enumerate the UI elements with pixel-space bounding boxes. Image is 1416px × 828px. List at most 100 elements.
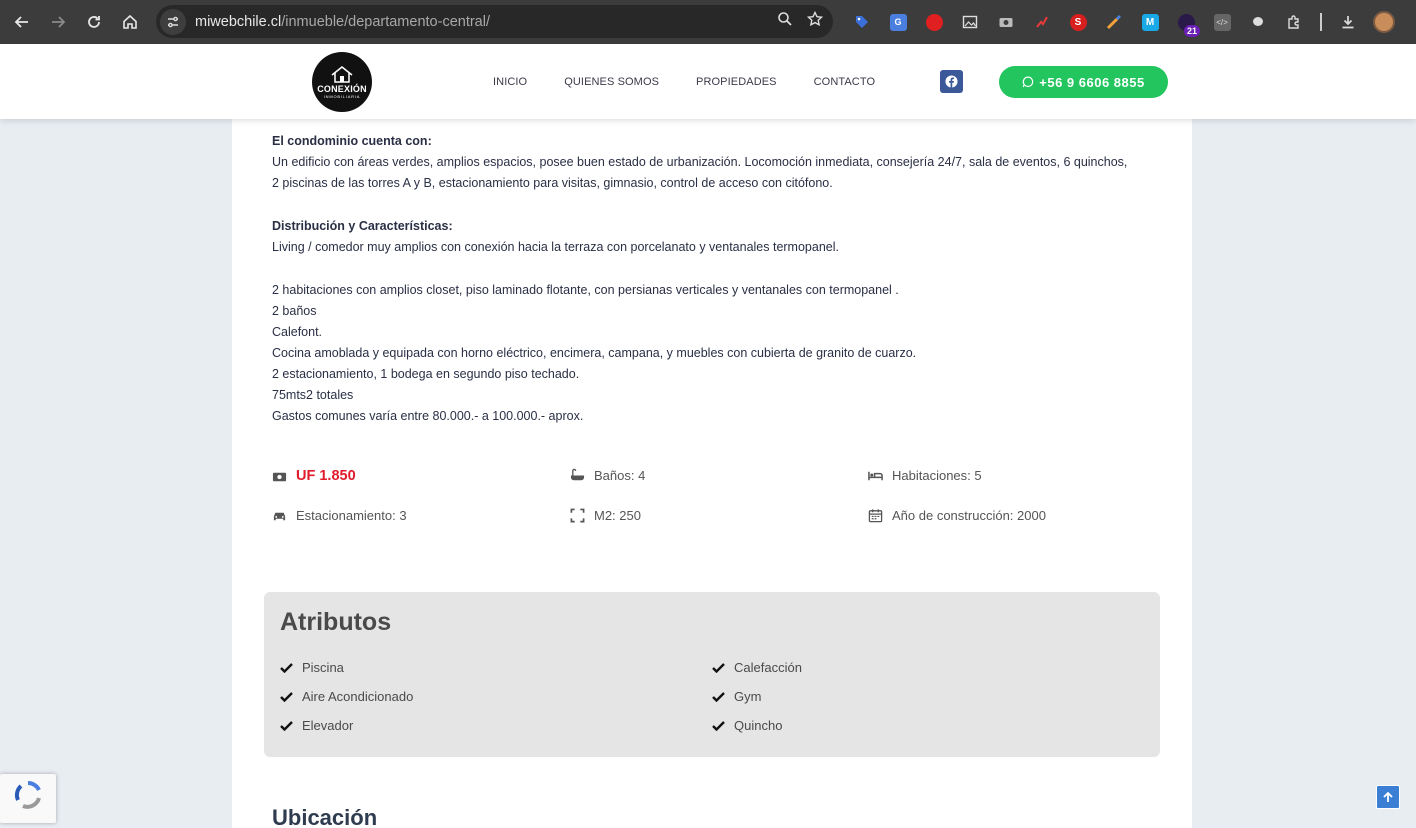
feature-line: 75mts2 totales — [272, 388, 354, 402]
attributes-title: Atributos — [280, 608, 392, 636]
recaptcha-badge[interactable] — [0, 774, 56, 823]
back-icon[interactable] — [4, 4, 40, 40]
site-header: CONEXIÓN INMOBILIARIA INICIO QUIENES SOM… — [0, 44, 1416, 119]
menu-item-inicio[interactable]: INICIO — [493, 76, 527, 88]
download-icon[interactable] — [1330, 4, 1366, 40]
home-icon[interactable] — [112, 4, 148, 40]
attribute-label: Aire Acondicionado — [302, 689, 414, 704]
profile-avatar[interactable] — [1366, 4, 1402, 40]
spec-habitaciones: Habitaciones: 5 — [868, 468, 982, 483]
site-settings-icon[interactable] — [160, 8, 186, 35]
attribute-label: Calefacción — [734, 660, 802, 675]
price-value: UF 1.850 — [296, 468, 356, 484]
camera-extension-icon[interactable] — [988, 4, 1024, 40]
address-bar[interactable]: miwebchile.cl/inmueble/departamento-cent… — [156, 5, 833, 38]
spec-m2: M2: 250 — [570, 508, 641, 523]
code-extension-icon[interactable]: </> — [1204, 4, 1240, 40]
tag-extension-icon[interactable] — [844, 4, 880, 40]
chat-extension-icon[interactable] — [1240, 4, 1276, 40]
forward-icon[interactable] — [40, 4, 76, 40]
house-logo-icon — [331, 66, 353, 83]
m-extension-icon[interactable]: M — [1132, 4, 1168, 40]
anio-value: Año de construcción: 2000 — [892, 508, 1046, 523]
extension-badge: 21 — [1183, 25, 1200, 37]
bath-icon — [570, 468, 585, 481]
whatsapp-icon — [1022, 76, 1034, 88]
attribute-item: Quincho — [712, 718, 782, 733]
toolbar-separator — [1320, 13, 1322, 31]
zoom-icon[interactable] — [777, 11, 793, 32]
living-text: Living / comedor muy amplios con conexió… — [272, 240, 839, 254]
bookmark-star-icon[interactable] — [806, 10, 824, 32]
facebook-button[interactable] — [940, 70, 963, 93]
bed-icon — [868, 471, 883, 481]
url-domain: miwebchile.cl — [195, 13, 282, 30]
attribute-item: Calefacción — [712, 660, 802, 675]
feature-line: Cocina amoblada y equipada con horno elé… — [272, 346, 917, 360]
spec-estacionamiento: Estacionamiento: 3 — [272, 508, 407, 523]
spec-anio: Año de construcción: 2000 — [868, 508, 1046, 523]
habitaciones-value: Habitaciones: 5 — [892, 468, 982, 483]
logo-text: CONEXIÓN — [317, 84, 367, 94]
car-icon — [273, 512, 286, 521]
image-extension-icon[interactable] — [952, 4, 988, 40]
main-menu: INICIO QUIENES SOMOS PROPIEDADES CONTACT… — [493, 44, 875, 119]
location-title: Ubicación — [272, 805, 378, 828]
distribucion-heading: Distribución y Características: — [272, 219, 453, 233]
attribute-label: Elevador — [302, 718, 354, 733]
color-picker-extension-icon[interactable] — [1096, 4, 1132, 40]
seo-extension-icon[interactable]: S — [1060, 4, 1096, 40]
property-content: El condominio cuenta con: Un edificio co… — [232, 119, 1192, 828]
condominio-text: Un edificio con áreas verdes, amplios es… — [272, 155, 1128, 190]
site-logo[interactable]: CONEXIÓN INMOBILIARIA — [312, 52, 372, 112]
whatsapp-button[interactable]: +56 9 6606 8855 — [999, 66, 1168, 98]
browser-toolbar: miwebchile.cl/inmueble/departamento-cent… — [0, 0, 1416, 44]
attribute-item: Gym — [712, 689, 761, 704]
attributes-panel: Atributos Piscina Aire Acondicionado Ele… — [264, 592, 1160, 757]
expand-icon — [570, 508, 585, 523]
feature-line: 2 habitaciones con amplios closet, piso … — [272, 283, 899, 297]
feature-line: Calefont. — [272, 325, 323, 339]
menu-item-contacto[interactable]: CONTACTO — [814, 76, 876, 88]
menu-item-quienes-somos[interactable]: QUIENES SOMOS — [564, 76, 659, 88]
spec-banos: Baños: 4 — [570, 468, 645, 483]
attribute-label: Quincho — [734, 718, 783, 733]
attribute-label: Gym — [734, 689, 762, 704]
spec-price: UF 1.850 — [272, 468, 356, 484]
condominio-heading: El condominio cuenta con: — [272, 134, 432, 148]
property-description: El condominio cuenta con: Un edificio co… — [272, 131, 1132, 427]
feature-line: Gastos comunes varía entre 80.000.- a 10… — [272, 409, 584, 423]
attribute-item: Piscina — [280, 660, 344, 675]
url-text: miwebchile.cl/inmueble/departamento-cent… — [195, 14, 490, 30]
recaptcha-icon — [14, 780, 41, 809]
check-icon — [280, 663, 293, 673]
menu-item-propiedades[interactable]: PROPIEDADES — [696, 76, 777, 88]
check-icon — [712, 721, 725, 731]
arrow-up-icon — [1383, 791, 1393, 802]
logo-subtext: INMOBILIARIA — [323, 94, 361, 99]
check-icon — [280, 721, 293, 731]
translate-extension-icon[interactable]: G — [880, 4, 916, 40]
facebook-icon — [945, 75, 958, 88]
extensions-puzzle-icon[interactable] — [1276, 4, 1312, 40]
stop-hand-extension-icon[interactable] — [916, 4, 952, 40]
feature-line: 2 baños — [272, 304, 317, 318]
runner-extension-icon[interactable] — [1024, 4, 1060, 40]
m2-value: M2: 250 — [594, 508, 641, 523]
scroll-to-top-button[interactable] — [1376, 785, 1400, 809]
banos-value: Baños: 4 — [594, 468, 646, 483]
reload-icon[interactable] — [76, 4, 112, 40]
estacionamiento-value: Estacionamiento: 3 — [296, 508, 407, 523]
check-icon — [712, 692, 725, 702]
check-icon — [712, 663, 725, 673]
attribute-item: Aire Acondicionado — [280, 689, 413, 704]
attribute-label: Piscina — [302, 660, 344, 675]
whatsapp-number: +56 9 6606 8855 — [1039, 74, 1145, 90]
money-icon — [272, 472, 287, 481]
attribute-item: Elevador — [280, 718, 353, 733]
purple-extension-icon[interactable]: 21 — [1168, 4, 1204, 40]
feature-line: 2 estacionamiento, 1 bodega en segundo p… — [272, 367, 580, 381]
calendar-icon — [868, 509, 883, 523]
url-path: /inmueble/departamento-central/ — [281, 13, 490, 30]
check-icon — [280, 692, 293, 702]
